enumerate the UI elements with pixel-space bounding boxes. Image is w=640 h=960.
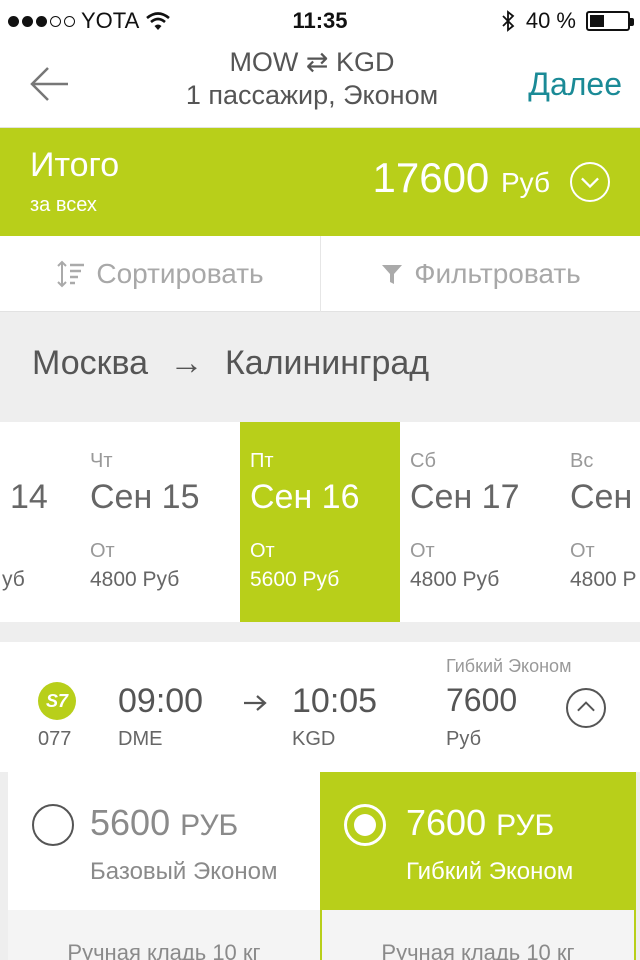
date-item-selected[interactable]: Пт Сен 16 От 5600 Руб — [240, 422, 400, 622]
date-price: 4800 Руб — [90, 568, 180, 591]
fare-flex-value: 7600 — [406, 802, 487, 843]
fare-flex-name: Гибкий Эконом — [406, 858, 574, 885]
arrival-airport: KGD — [292, 728, 336, 750]
filter-label: Фильтровать — [414, 258, 581, 289]
date-weekday: Вс — [570, 450, 594, 472]
date-price: 5600 Руб — [250, 568, 340, 591]
date-weekday: Чт — [90, 450, 113, 472]
date-label: Сен 16 — [250, 478, 360, 516]
total-panel[interactable]: Итого за всех 17600 Руб — [0, 128, 640, 236]
departure-airport: DME — [118, 728, 163, 750]
date-weekday: Пт — [250, 450, 274, 472]
arrival-time: 10:05 — [292, 682, 378, 720]
total-sub: за всех — [30, 194, 97, 216]
route-codes: MOW ⇄ KGD — [229, 47, 395, 77]
total-amount-value: 17600 — [372, 154, 490, 201]
date-label: 14 — [10, 478, 48, 516]
chevron-down-icon[interactable] — [570, 162, 610, 202]
airline-logo: S7 — [38, 682, 76, 720]
date-item[interactable]: Сб Сен 17 От 4800 Руб — [400, 422, 560, 622]
nav-title: MOW ⇄ KGD 1 пассажир, Эконом — [120, 46, 504, 112]
fare-flex-amount: 7600 РУБ — [406, 802, 554, 844]
fare-basic-unit: РУБ — [180, 809, 239, 842]
bluetooth-icon — [502, 10, 515, 32]
flight-price: 7600 — [446, 682, 518, 718]
radio-basic[interactable] — [32, 804, 74, 846]
route-arrow: → — [169, 344, 204, 382]
fare-flex-unit: РУБ — [496, 809, 555, 842]
flight-number: 077 — [38, 728, 72, 750]
date-label: Сен 17 — [410, 478, 520, 516]
route-from: Москва — [32, 344, 149, 382]
filter-icon — [382, 265, 403, 284]
date-from: От — [90, 540, 115, 562]
departure-time: 09:00 — [118, 682, 204, 720]
sort-icon — [57, 260, 85, 288]
date-item[interactable]: Вс Сен От 4800 Р — [560, 422, 640, 622]
nav-bar: MOW ⇄ KGD 1 пассажир, Эконом Далее — [0, 40, 640, 128]
date-from: От — [410, 540, 435, 562]
date-label: Сен — [570, 478, 633, 516]
date-price: уб — [2, 568, 25, 591]
status-right: 40 % — [500, 8, 634, 34]
sort-filter-bar: Сортировать Фильтровать — [0, 236, 640, 312]
fare-basic-name: Базовый Эконом — [90, 858, 278, 885]
fare-basic-value: 5600 — [90, 802, 171, 843]
fare-options: 5600 РУБ Базовый Эконом Ручная кладь 10 … — [0, 772, 640, 960]
date-label: Сен 15 — [90, 478, 200, 516]
status-bar: YOTA 11:35 40 % — [0, 0, 640, 40]
total-amount: 17600 Руб — [373, 154, 551, 202]
date-weekday: Сб — [410, 450, 436, 472]
date-from: От — [570, 540, 595, 562]
fare-basic-amount: 5600 РУБ — [90, 802, 238, 844]
date-from: От — [250, 540, 275, 562]
date-item[interactable]: 14 уб — [0, 422, 48, 622]
fare-option-basic[interactable]: 5600 РУБ Базовый Эконом Ручная кладь 10 … — [8, 772, 320, 960]
sort-label: Сортировать — [96, 258, 264, 289]
date-price: 4800 Р — [570, 568, 637, 591]
date-strip[interactable]: 14 уб Чт Сен 15 От 4800 Руб Пт Сен 16 От… — [0, 422, 640, 622]
flight-card[interactable]: S7 077 09:00 DME 10:05 KGD Гибкий Эконом… — [0, 642, 640, 772]
back-arrow-icon[interactable] — [28, 64, 72, 104]
battery-percent: 40 % — [525, 8, 576, 33]
date-price: 4800 Руб — [410, 568, 500, 591]
route-to: Калининград — [224, 344, 430, 382]
fare-basic-baggage: Ручная кладь 10 кг — [8, 910, 320, 960]
passenger-details: 1 пассажир, Эконом — [185, 80, 439, 110]
date-item[interactable]: Чт Сен 15 От 4800 Руб — [80, 422, 240, 622]
flight-currency: Руб — [446, 728, 482, 750]
sort-button[interactable]: Сортировать — [0, 236, 320, 312]
battery-icon — [586, 11, 634, 31]
next-button[interactable]: Далее — [528, 66, 622, 103]
filter-button[interactable]: Фильтровать — [320, 236, 640, 312]
total-label: Итого — [30, 146, 120, 184]
route-header: Москва → Калининград — [0, 312, 640, 422]
arrow-right-icon — [244, 695, 267, 711]
divider — [0, 622, 640, 642]
fare-option-flex[interactable]: 7600 РУБ Гибкий Эконом Ручная кладь 10 к… — [320, 772, 636, 960]
fare-flex-baggage: Ручная кладь 10 кг — [322, 910, 634, 960]
total-currency: Руб — [500, 167, 550, 198]
radio-flex[interactable] — [344, 804, 386, 846]
chevron-up-icon[interactable] — [566, 688, 606, 728]
fare-class-label: Гибкий Эконом — [446, 656, 572, 676]
